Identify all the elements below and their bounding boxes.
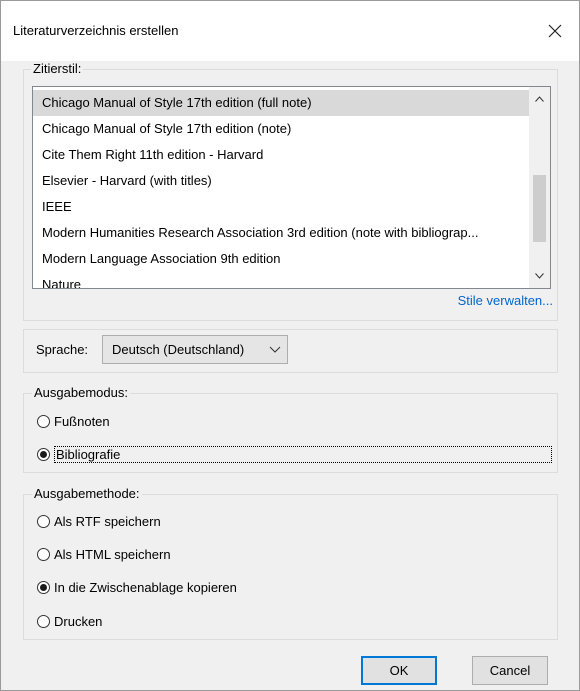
dialog: Literaturverzeichnis erstellen Zitiersti… <box>0 0 580 691</box>
close-button[interactable] <box>537 13 573 49</box>
list-item[interactable]: Modern Humanities Research Association 3… <box>33 220 529 246</box>
radio-bibliography[interactable]: Bibliografie <box>37 444 552 464</box>
radio-label: Bibliografie <box>54 445 552 463</box>
chevron-down-icon <box>535 273 544 279</box>
list-scrollbar[interactable] <box>529 87 550 288</box>
radio-print[interactable]: Drucken <box>37 611 102 631</box>
list-item[interactable]: Cite Them Right 11th edition - Harvard <box>33 142 529 168</box>
radio-copy-clipboard[interactable]: In die Zwischenablage kopieren <box>37 577 237 597</box>
language-select-value: Deutsch (Deutschland) <box>112 342 245 357</box>
chevron-up-icon <box>535 96 544 102</box>
radio-button[interactable] <box>37 580 50 594</box>
radio-button[interactable] <box>37 614 50 628</box>
radio-button[interactable] <box>37 447 50 461</box>
chevron-down-icon <box>269 346 281 353</box>
close-icon <box>548 24 562 38</box>
scrollbar-thumb[interactable] <box>533 175 546 242</box>
radio-button[interactable] <box>37 547 50 561</box>
language-select[interactable]: Deutsch (Deutschland) <box>102 335 288 364</box>
radio-label: In die Zwischenablage kopieren <box>54 579 237 595</box>
scroll-down-button[interactable] <box>529 266 550 286</box>
list-item[interactable]: Chicago Manual of Style 17th edition (no… <box>33 116 529 142</box>
radio-label: Als RTF speichern <box>54 513 161 529</box>
radio-button[interactable] <box>37 514 50 528</box>
list-item[interactable]: Modern Language Association 9th edition <box>33 246 529 272</box>
list-item[interactable]: IEEE <box>33 194 529 220</box>
language-label: Sprache: <box>36 342 89 357</box>
list-item[interactable]: Chicago Manual of Style 17th edition (fu… <box>33 90 529 116</box>
ok-button[interactable]: OK <box>361 656 437 685</box>
radio-save-html[interactable]: Als HTML speichern <box>37 544 171 564</box>
radio-save-rtf[interactable]: Als RTF speichern <box>37 511 161 531</box>
radio-footnotes[interactable]: Fußnoten <box>37 411 110 431</box>
citation-style-list[interactable]: Chicago Manual of Style 17th edition (fu… <box>32 86 551 289</box>
radio-button[interactable] <box>37 414 50 428</box>
scroll-up-button[interactable] <box>529 89 550 109</box>
citation-style-label: Zitierstil: <box>31 61 84 76</box>
radio-label: Drucken <box>54 613 103 629</box>
list-item[interactable]: Elsevier - Harvard (with titles) <box>33 168 529 194</box>
output-method-label: Ausgabemethode: <box>32 486 142 501</box>
output-mode-label: Ausgabemodus: <box>32 385 130 400</box>
manage-styles-link[interactable]: Stile verwalten... <box>458 293 553 308</box>
radio-label: Fußnoten <box>54 413 110 429</box>
list-item[interactable]: Nature <box>33 272 529 288</box>
radio-label: Als HTML speichern <box>54 546 171 562</box>
cancel-button[interactable]: Cancel <box>472 656 548 685</box>
dialog-title: Literaturverzeichnis erstellen <box>13 23 179 38</box>
title-bar: Literaturverzeichnis erstellen <box>1 1 579 61</box>
